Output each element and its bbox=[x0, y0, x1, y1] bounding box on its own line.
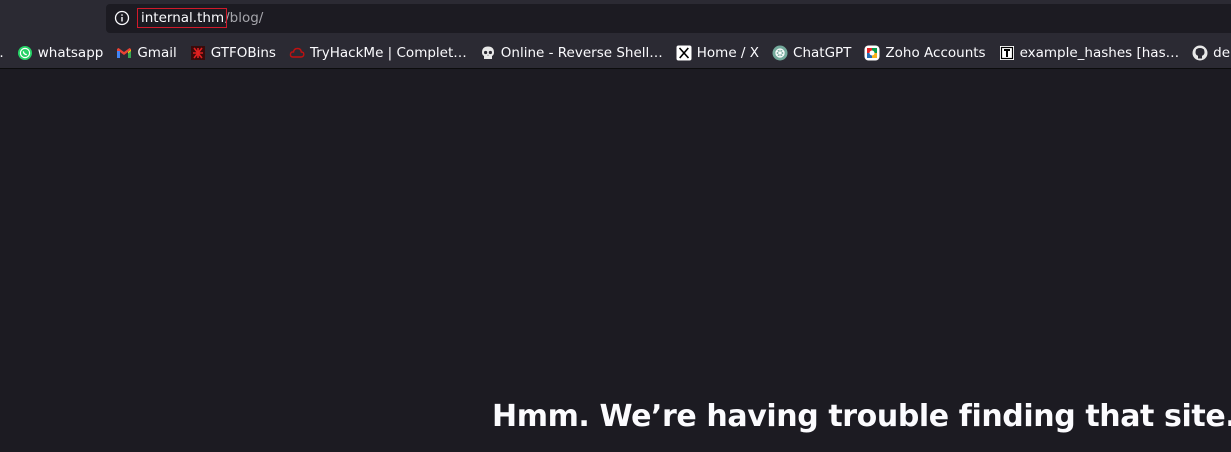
zoho-icon bbox=[864, 45, 880, 60]
bookmark-github[interactable]: deusx7/deusx7.gith bbox=[1186, 41, 1231, 65]
bookmark-truncated[interactable]: c. bbox=[0, 41, 10, 65]
bookmark-zoho[interactable]: Zoho Accounts bbox=[858, 41, 991, 65]
tryhackme-icon bbox=[289, 47, 305, 58]
url-bar[interactable]: internal.thm/blog/ bbox=[106, 4, 1231, 33]
url-text[interactable]: internal.thm/blog/ bbox=[136, 8, 264, 28]
url-host: internal.thm bbox=[136, 8, 228, 28]
hashcat-icon bbox=[999, 45, 1014, 60]
bookmark-label: c. bbox=[0, 45, 4, 61]
gtfobins-icon bbox=[190, 45, 205, 60]
bookmark-label: GTFOBins bbox=[210, 44, 276, 61]
bookmark-label: Online - Reverse Shell… bbox=[500, 44, 663, 61]
url-path: /blog/ bbox=[225, 10, 264, 26]
github-icon bbox=[1192, 45, 1208, 60]
error-title: Hmm. We’re having trouble finding that s… bbox=[492, 399, 1231, 434]
chatgpt-icon bbox=[772, 45, 788, 60]
bookmark-x[interactable]: Home / X bbox=[670, 41, 765, 65]
browser-toolbar: internal.thm/blog/ bbox=[0, 0, 1231, 37]
page-content: Hmm. We’re having trouble finding that s… bbox=[0, 69, 1231, 452]
bookmark-label: TryHackMe | Complet… bbox=[309, 44, 467, 61]
bookmark-gmail[interactable]: Gmail bbox=[110, 41, 182, 65]
bookmark-label: Gmail bbox=[137, 44, 177, 61]
skull-icon bbox=[481, 46, 494, 59]
bookmark-label: deusx7/deusx7.gith bbox=[1213, 44, 1231, 61]
info-icon[interactable] bbox=[114, 10, 130, 26]
bookmark-label: example_hashes [has… bbox=[1019, 44, 1180, 61]
bookmark-chatgpt[interactable]: ChatGPT bbox=[766, 41, 857, 65]
bookmark-tryhackme[interactable]: TryHackMe | Complet… bbox=[283, 41, 473, 65]
bookmark-label: ChatGPT bbox=[793, 44, 852, 61]
bookmark-example-hashes[interactable]: example_hashes [has… bbox=[993, 41, 1186, 65]
gmail-icon bbox=[117, 47, 132, 58]
x-icon bbox=[676, 45, 692, 60]
bookmark-reverse-shell[interactable]: Online - Reverse Shell… bbox=[474, 41, 669, 65]
bookmark-label: whatsapp bbox=[37, 44, 104, 61]
bookmark-label: Zoho Accounts bbox=[885, 44, 986, 61]
bookmark-whatsapp[interactable]: whatsapp bbox=[11, 41, 110, 65]
bookmark-gtfobins[interactable]: GTFOBins bbox=[184, 41, 282, 65]
bookmark-label: Home / X bbox=[696, 44, 760, 61]
whatsapp-icon bbox=[17, 45, 32, 60]
bookmarks-toolbar: c. whatsapp Gmail GTFOBins bbox=[0, 37, 1231, 69]
